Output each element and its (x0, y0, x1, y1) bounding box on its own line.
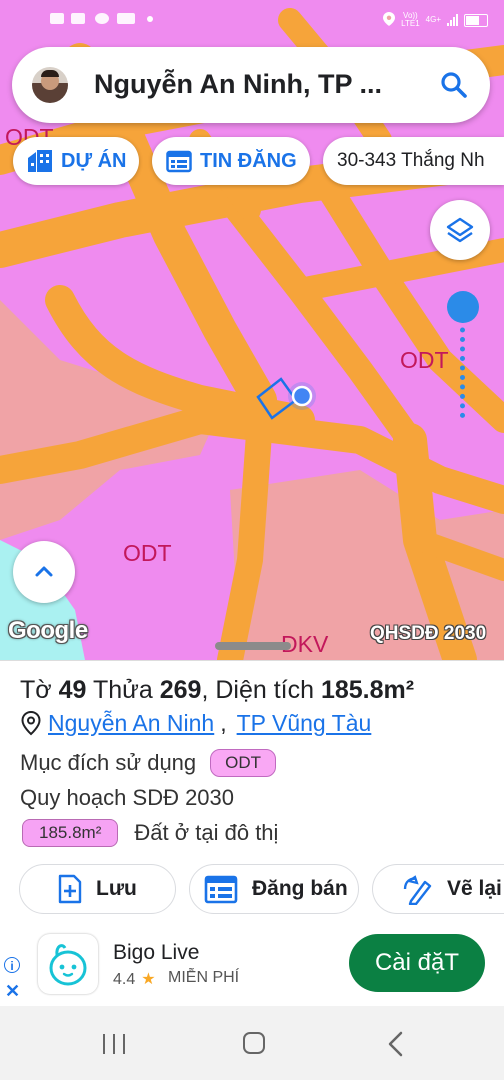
listing-icon (166, 150, 192, 173)
plan-heading: Quy hoạch SDĐ 2030 (20, 785, 235, 810)
chip-listings-label: TIN ĐĂNG (200, 149, 297, 172)
avatar[interactable] (32, 67, 68, 103)
save-button-label: Lưu (96, 877, 137, 900)
chip-address[interactable]: 30-343 Thắng Nh (323, 137, 504, 185)
home-icon[interactable] (243, 1032, 265, 1054)
search-input[interactable]: Nguyễn An Ninh, TP ... (94, 69, 382, 100)
zone-label: ODT (123, 540, 172, 566)
layers-icon (446, 217, 474, 243)
app-icon (95, 13, 109, 24)
zone-label: ODT (400, 347, 449, 373)
land-use-row: Mục đích sử dụng ODT (20, 749, 277, 777)
install-button[interactable]: Cài đặT (349, 934, 485, 992)
street-link[interactable]: Nguyễn An Ninh (48, 710, 214, 737)
bigo-app-icon[interactable] (38, 934, 98, 994)
listing-icon (204, 875, 238, 904)
save-button[interactable]: Lưu (19, 864, 176, 914)
battery-icon (464, 13, 488, 27)
search-bar[interactable]: Nguyễn An Ninh, TP ... (12, 47, 490, 123)
system-nav-bar (0, 1006, 504, 1080)
sheet-drag-handle[interactable] (215, 642, 291, 650)
ad-banner[interactable]: i ✕ Bigo Live 4.4 ★ MIỄN PHÍ Cài đặT (0, 920, 504, 1006)
parcel-title: Tờ 49 Thửa 269, Diện tích 185.8m² (20, 676, 415, 704)
save-add-icon (58, 874, 82, 904)
city-link[interactable]: TP Vũng Tàu (237, 710, 372, 737)
post-sale-button-label: Đăng bán (252, 877, 348, 900)
expand-up-button[interactable] (13, 541, 75, 603)
planning-layer-label: QHSDĐ 2030 (370, 623, 487, 644)
ad-price: MIỄN PHÍ (168, 969, 240, 986)
post-sale-button[interactable]: Đăng bán (189, 864, 359, 914)
notification-dot-icon (147, 16, 153, 22)
ad-app-name[interactable]: Bigo Live (113, 941, 199, 965)
back-icon[interactable] (385, 1031, 407, 1057)
recent-apps-icon[interactable] (101, 1034, 127, 1054)
youtube-icon (71, 13, 85, 24)
land-use-badge: ODT (210, 749, 277, 777)
chip-address-label: 30-343 Thắng Nh (337, 150, 485, 171)
status-bar: Vo)) LTE1 4G+ (0, 0, 504, 40)
redraw-button-label: Vẽ lại (447, 877, 502, 900)
parcel-location: Nguyễn An Ninh, TP Vũng Tàu (20, 708, 371, 738)
plan-area-row: 185.8m² Đất ở tại đô thị (22, 819, 278, 847)
signal-icon (447, 14, 458, 26)
chip-projects-label: DỰ ÁN (61, 149, 127, 172)
google-logo: Google (8, 617, 88, 644)
building-icon (28, 150, 52, 172)
edit-pen-icon (403, 875, 432, 905)
opacity-slider-track[interactable] (460, 318, 465, 418)
search-icon[interactable] (438, 69, 470, 101)
chip-listings[interactable]: TIN ĐĂNG (152, 137, 310, 185)
star-icon: ★ (141, 971, 156, 988)
plan-area-badge: 185.8m² (22, 819, 119, 847)
volte-indicator: Vo)) LTE1 (401, 11, 420, 28)
network-type: 4G+ (425, 15, 441, 24)
chevron-up-icon (35, 566, 53, 577)
chip-projects[interactable]: DỰ ÁN (13, 137, 139, 185)
notification-icon (50, 13, 64, 24)
plan-use-text: Đất ở tại đô thị (134, 820, 279, 845)
map-pin-icon (21, 710, 41, 736)
location-status-icon (383, 11, 396, 29)
ad-rating: 4.4 ★ (113, 971, 156, 988)
zalo-icon (117, 13, 135, 24)
opacity-slider-handle[interactable] (447, 291, 479, 323)
land-use-label: Mục đích sử dụng (20, 750, 197, 775)
layers-button[interactable] (430, 200, 490, 260)
ad-info-icon[interactable]: i (4, 957, 20, 973)
ad-close-icon[interactable]: ✕ (5, 981, 20, 1002)
redraw-button[interactable]: Vẽ lại (372, 864, 504, 914)
